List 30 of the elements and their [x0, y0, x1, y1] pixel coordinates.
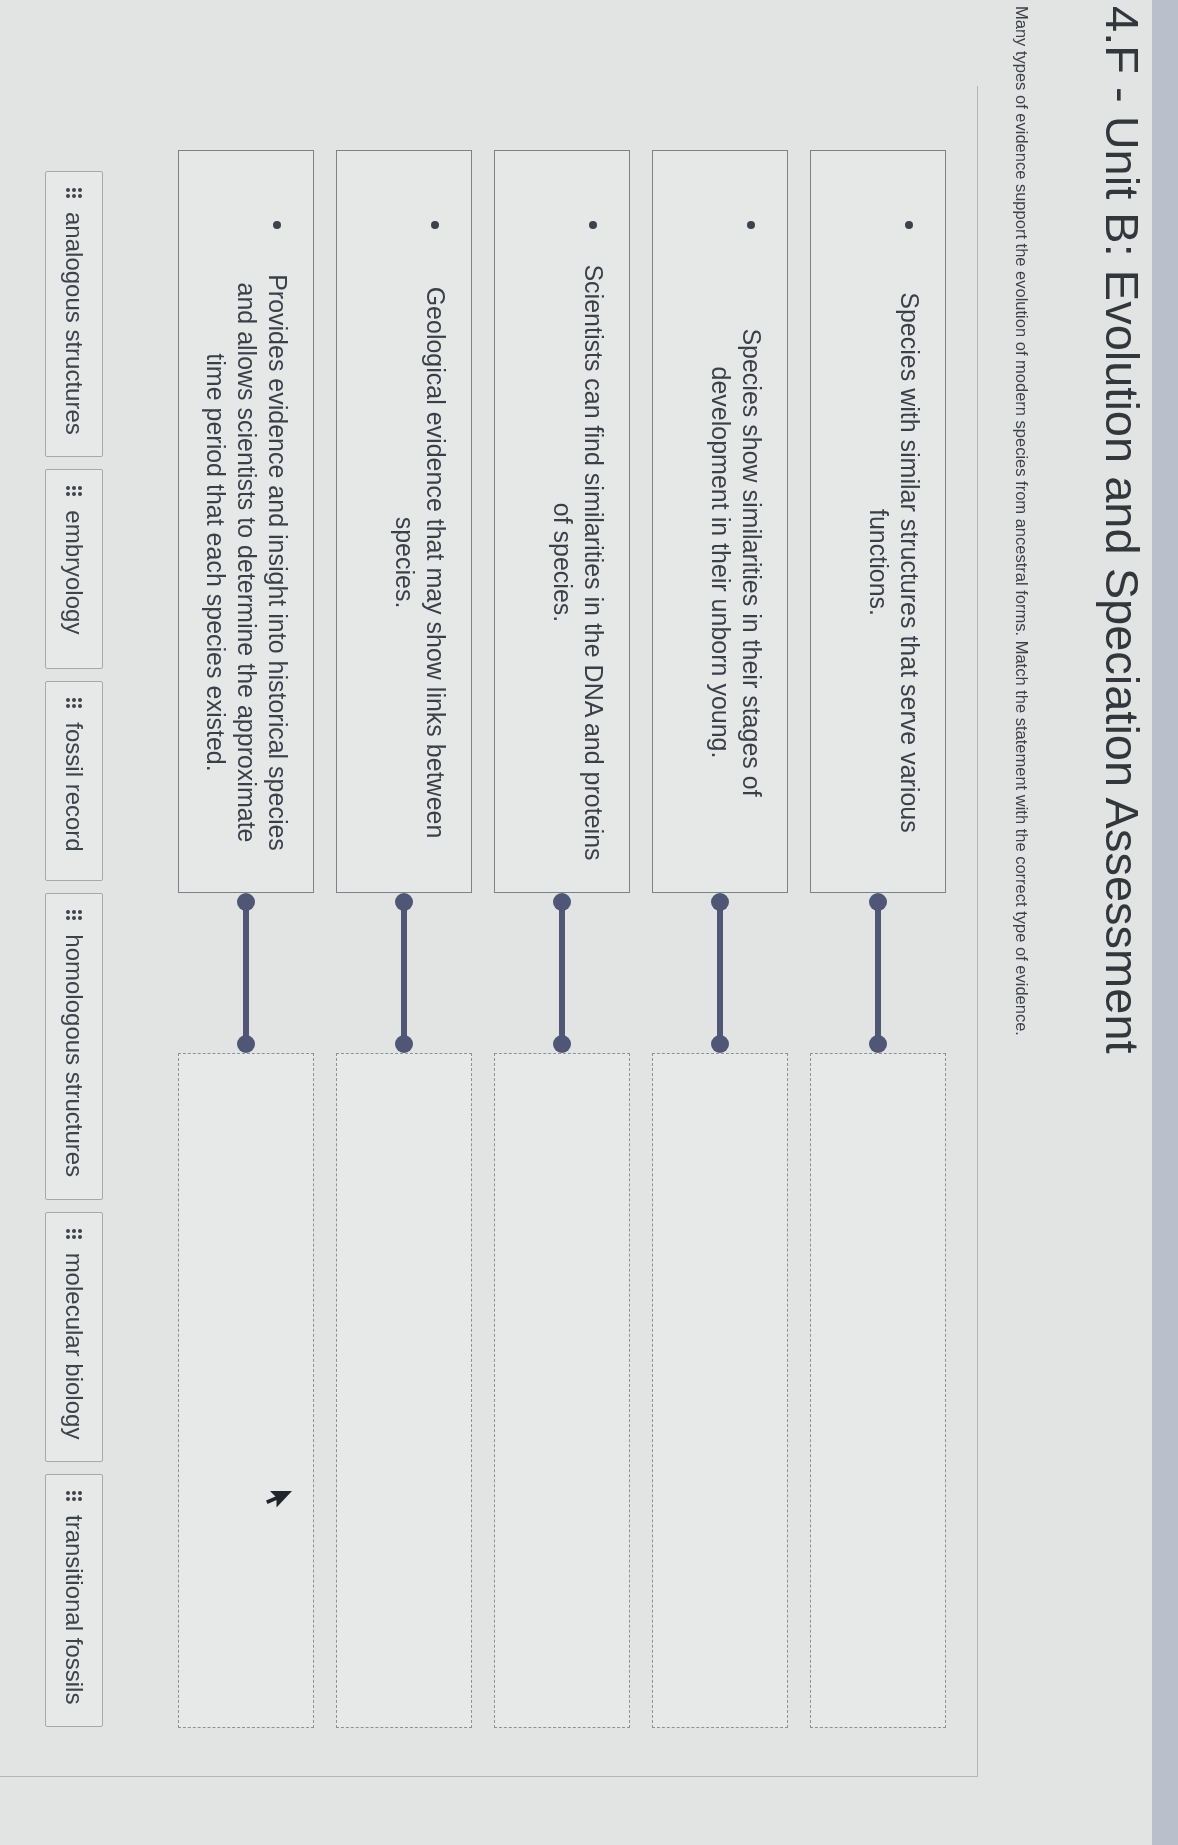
drop-zone[interactable]	[810, 1053, 946, 1728]
answer-chip[interactable]: analogous structures	[45, 171, 103, 458]
bullet-icon	[589, 221, 597, 229]
mouse-pointer-icon	[264, 1490, 293, 1510]
answer-chip[interactable]: fossil record	[45, 681, 103, 882]
grip-icon	[66, 698, 82, 709]
answer-chip[interactable]: transitional fossils	[45, 1474, 103, 1727]
drop-zone[interactable]	[652, 1053, 788, 1728]
grip-icon	[66, 1491, 82, 1501]
bullet-icon	[431, 221, 439, 229]
grip-icon	[66, 1228, 82, 1239]
bullet-icon	[905, 221, 913, 229]
grip-icon	[66, 910, 82, 921]
answer-chip[interactable]: homologous structures	[45, 893, 103, 1200]
answer-chip[interactable]: embryology	[45, 469, 103, 670]
drop-zone[interactable]	[336, 1053, 472, 1728]
statement-text: Geological evidence that may show links between species.	[390, 285, 451, 841]
statement-text: Species show similarities in their stages of development in their unborn young.	[706, 327, 767, 799]
grip-icon	[66, 486, 82, 497]
grip-icon	[66, 188, 82, 198]
statement-text: Species with similar structures that serve various functions.	[864, 291, 925, 835]
bullet-icon	[747, 221, 755, 229]
bullet-icon	[273, 221, 281, 229]
answer-chip[interactable]: molecular biology	[45, 1211, 103, 1462]
statement-text: Provides evidence and insight into historical species and allows scientists to determine the approximate time period that each species existed.	[201, 273, 293, 853]
page-title: 4.F - Unit B: Evolution and Speciation Assessment	[1095, 6, 1149, 1054]
drop-zone[interactable]	[178, 1053, 314, 1728]
statement-text: Scientists can find similarities in the DNA and proteins of species.	[548, 263, 609, 863]
instruction-text: Many types of evidence support the evolution of modern species from ancestral forms. Match the statement with the correct type of evidence.	[1012, 6, 1031, 1036]
drop-zone[interactable]	[494, 1053, 630, 1728]
